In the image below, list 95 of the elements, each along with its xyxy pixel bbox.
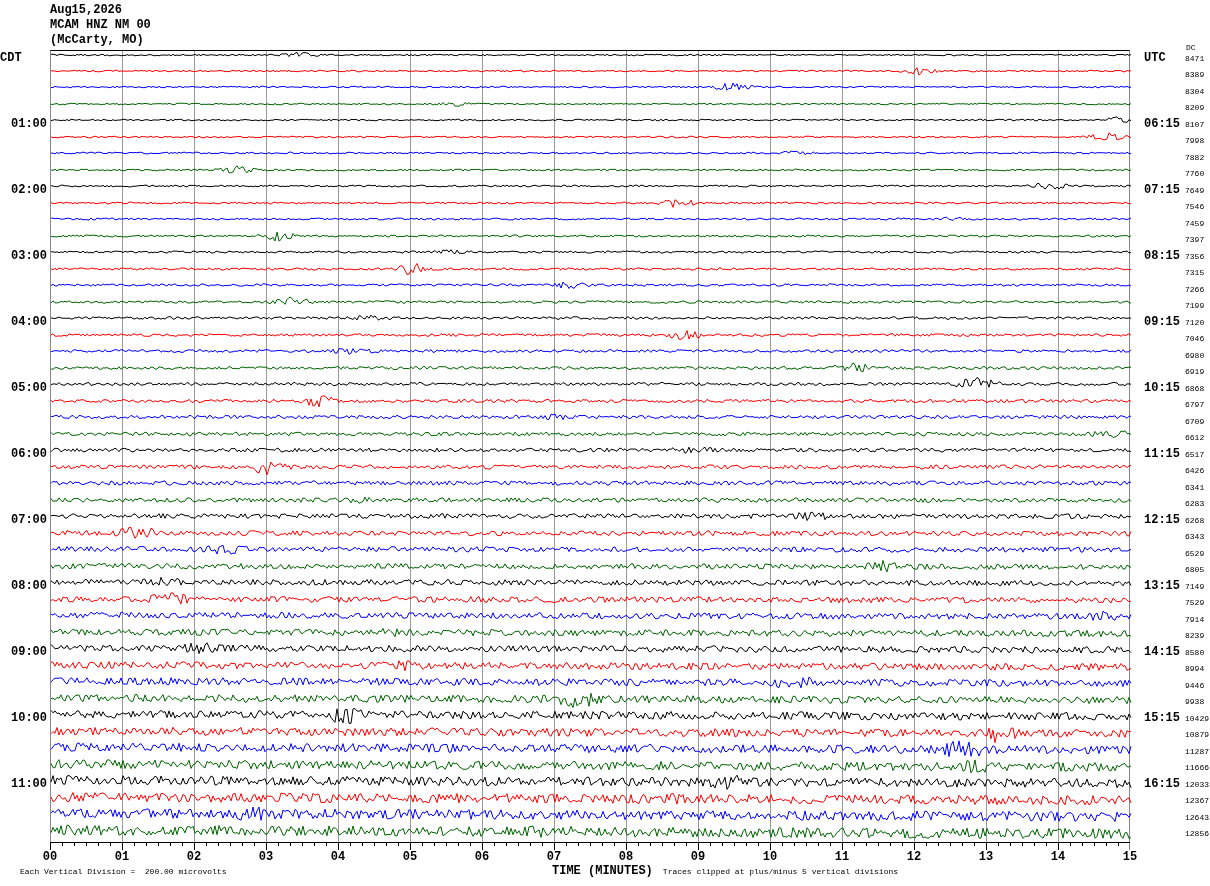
- dc-value: 7046: [1184, 334, 1206, 344]
- local-time-label: 04:00: [11, 315, 48, 330]
- dc-value: 7760: [1184, 169, 1206, 179]
- dc-value: 7315: [1184, 268, 1206, 278]
- dc-value: 12033: [1184, 779, 1210, 789]
- utc-time-label: 06:15: [1143, 117, 1180, 132]
- dc-value: 6919: [1184, 367, 1206, 377]
- scale-note: Each Vertical Division = 200.00 microvolts: [19, 866, 228, 876]
- dc-value: 6268: [1184, 515, 1206, 525]
- dc-value: 7914: [1184, 614, 1206, 624]
- dc-value: 7120: [1184, 317, 1206, 327]
- dc-header: DC: [1185, 44, 1197, 52]
- dc-value: 8209: [1184, 103, 1206, 113]
- dc-value: 12643: [1184, 812, 1210, 822]
- axis-title: TIME (MINUTES): [552, 864, 653, 878]
- dc-value: 6612: [1184, 433, 1206, 443]
- utc-time-label: 15:15: [1143, 711, 1180, 726]
- dc-value: 6797: [1184, 400, 1206, 410]
- utc-time-label: 10:15: [1143, 381, 1180, 396]
- utc-time-label: 11:15: [1143, 447, 1180, 462]
- axis-tick-label: 15: [1121, 851, 1139, 864]
- dc-value: 7397: [1184, 235, 1206, 245]
- axis-tick-label: 10: [761, 851, 779, 864]
- local-time-label: 07:00: [11, 513, 48, 528]
- axis-tick-label: 07: [545, 851, 563, 864]
- dc-value: 8239: [1184, 631, 1206, 641]
- utc-time-label: 13:15: [1143, 579, 1180, 594]
- axis-tick-label: 09: [689, 851, 707, 864]
- station-label: MCAM HNZ NM 00: [50, 18, 152, 33]
- dc-value: 7529: [1184, 598, 1206, 608]
- axis-tick-label: 13: [977, 851, 995, 864]
- clip-note: Traces clipped at plus/minus 5 vertical divisions: [661, 866, 900, 876]
- dc-value: 10879: [1184, 730, 1210, 740]
- local-time-label: 01:00: [11, 117, 48, 132]
- axis-tick-label: 12: [905, 851, 923, 864]
- utc-time-label: 08:15: [1143, 249, 1180, 264]
- dc-value: 6805: [1184, 565, 1206, 575]
- local-time-label: 10:00: [11, 711, 48, 726]
- dc-value: 7882: [1184, 152, 1206, 162]
- dc-value: 8107: [1184, 119, 1206, 129]
- axis-tick-label: 00: [41, 851, 59, 864]
- time-zone-label: CDT: [0, 51, 23, 66]
- axis-tick-label: 11: [833, 851, 851, 864]
- axis-tick-label: 04: [329, 851, 347, 864]
- axis-tick-label: 01: [113, 851, 131, 864]
- dc-value: 6343: [1184, 532, 1206, 542]
- dc-value: 11666: [1184, 763, 1210, 773]
- dc-value: 8994: [1184, 664, 1206, 674]
- local-time-label: 05:00: [11, 381, 48, 396]
- utc-time-label: 14:15: [1143, 645, 1180, 660]
- local-time-label: 06:00: [11, 447, 48, 462]
- dc-value: 7199: [1184, 301, 1206, 311]
- dc-value: 8471: [1184, 53, 1206, 63]
- dc-value: 12856: [1184, 829, 1210, 839]
- dc-value: 10429: [1184, 713, 1210, 723]
- local-time-label: 03:00: [11, 249, 48, 264]
- dc-value: 8580: [1184, 647, 1206, 657]
- dc-value: 7266: [1184, 284, 1206, 294]
- utc-time-label: 09:15: [1143, 315, 1180, 330]
- axis-tick-label: 03: [257, 851, 275, 864]
- axis-tick-label: 08: [617, 851, 635, 864]
- dc-value: 7998: [1184, 136, 1206, 146]
- axis-tick-label: 14: [1049, 851, 1067, 864]
- dc-value: 6517: [1184, 449, 1206, 459]
- dc-value: 6426: [1184, 466, 1206, 476]
- dc-value: 9938: [1184, 697, 1206, 707]
- date-label: Aug15,2026: [50, 3, 123, 18]
- utc-time-label: 07:15: [1143, 183, 1180, 198]
- local-time-label: 09:00: [11, 645, 48, 660]
- utc-time-label: 12:15: [1143, 513, 1180, 528]
- utc-time-label: 16:15: [1143, 777, 1180, 792]
- dc-value: 7459: [1184, 218, 1206, 228]
- dc-value: 9446: [1184, 680, 1206, 690]
- dc-value: 6709: [1184, 416, 1206, 426]
- time-zone-label: UTC: [1143, 51, 1166, 66]
- dc-value: 7356: [1184, 251, 1206, 261]
- local-time-label: 08:00: [11, 579, 48, 594]
- dc-value: 6868: [1184, 383, 1206, 393]
- location-label: (McCarty, MO): [50, 33, 145, 48]
- axis-tick-label: 06: [473, 851, 491, 864]
- axis-tick-label: 02: [185, 851, 203, 864]
- dc-value: 7649: [1184, 185, 1206, 195]
- dc-value: 12367: [1184, 796, 1210, 806]
- dc-value: 6341: [1184, 482, 1206, 492]
- dc-value: 8389: [1184, 70, 1206, 80]
- axis-tick-label: 05: [401, 851, 419, 864]
- dc-value: 6980: [1184, 350, 1206, 360]
- dc-value: 6529: [1184, 548, 1206, 558]
- local-time-label: 11:00: [11, 777, 48, 792]
- dc-value: 11287: [1184, 746, 1210, 756]
- dc-value: 7546: [1184, 202, 1206, 212]
- local-time-label: 02:00: [11, 183, 48, 198]
- dc-value: 6283: [1184, 499, 1206, 509]
- dc-value: 8304: [1184, 86, 1206, 96]
- dc-value: 7149: [1184, 581, 1206, 591]
